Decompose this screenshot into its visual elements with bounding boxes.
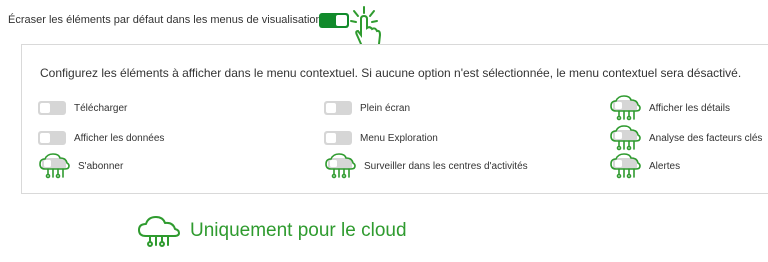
option-item[interactable]: Plein écran (324, 101, 410, 115)
option-item[interactable]: Analyse des facteurs clés (609, 125, 762, 151)
option-item[interactable]: Télécharger (38, 101, 127, 115)
option-item[interactable]: Afficher les détails (609, 95, 730, 121)
cloud-toggle-icon[interactable] (609, 125, 641, 151)
toggle-knob (326, 133, 336, 143)
legend-label: Uniquement pour le cloud (190, 220, 407, 241)
option-item[interactable]: Alertes (609, 153, 680, 179)
cloud-toggle-icon[interactable] (38, 153, 70, 179)
option-item[interactable]: Surveiller dans les centres d'activités (324, 153, 528, 179)
option-item[interactable]: S'abonner (38, 153, 123, 179)
cloud-toggle-icon[interactable] (609, 95, 641, 121)
cloud-toggle-icon[interactable] (609, 153, 641, 179)
option-toggle[interactable] (38, 101, 66, 115)
override-setting-row: Écraser les éléments par défaut dans les… (8, 14, 322, 26)
cloud-legend: Uniquement pour le cloud (136, 214, 407, 248)
option-label: Télécharger (74, 102, 128, 114)
option-toggle[interactable] (38, 131, 66, 145)
option-item[interactable]: Menu Exploration (324, 131, 438, 145)
override-label: Écraser les éléments par défaut dans les… (8, 14, 322, 26)
option-item[interactable]: Afficher les données (38, 131, 164, 145)
cloud-toggle-icon[interactable] (324, 153, 356, 179)
toggle-knob (40, 103, 50, 113)
cloud-icon (138, 216, 180, 247)
option-label: Surveiller dans les centres d'activités (364, 160, 528, 172)
option-toggle[interactable] (324, 101, 352, 115)
panel-description: Configurez les éléments à afficher dans … (40, 66, 742, 80)
option-label: S'abonner (78, 160, 124, 172)
option-label: Menu Exploration (360, 132, 438, 144)
option-label: Plein écran (360, 102, 411, 114)
option-label: Afficher les données (74, 132, 165, 144)
option-label: Analyse des facteurs clés (649, 132, 763, 144)
option-toggle[interactable] (324, 131, 352, 145)
option-label: Afficher les détails (649, 102, 730, 114)
toggle-knob (40, 133, 50, 143)
option-label: Alertes (649, 160, 681, 172)
toggle-knob (326, 103, 336, 113)
